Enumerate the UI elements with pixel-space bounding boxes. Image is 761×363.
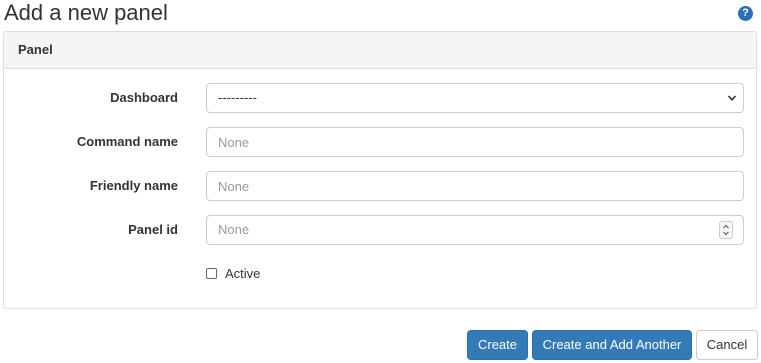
help-icon[interactable]: ? bbox=[738, 6, 753, 21]
friendly-name-input[interactable] bbox=[206, 171, 744, 201]
friendly-name-label: Friendly name bbox=[89, 178, 178, 193]
command-name-input[interactable] bbox=[206, 127, 744, 157]
active-label: Active bbox=[225, 266, 261, 281]
number-spinner[interactable] bbox=[719, 221, 733, 239]
cancel-button[interactable]: Cancel bbox=[696, 330, 758, 360]
panel-heading: Panel bbox=[4, 32, 756, 69]
chevron-down-icon bbox=[727, 95, 737, 101]
command-name-row: Command name bbox=[4, 127, 756, 157]
dashboard-select-value: --------- bbox=[218, 90, 257, 105]
create-and-add-another-button[interactable]: Create and Add Another bbox=[532, 330, 692, 360]
page-title: Add a new panel bbox=[4, 0, 168, 25]
active-checkbox[interactable] bbox=[206, 268, 217, 279]
panel: Panel Dashboard --------- Command name F… bbox=[3, 31, 757, 309]
panel-id-placeholder: None bbox=[218, 222, 250, 237]
create-button[interactable]: Create bbox=[467, 330, 528, 360]
dashboard-row: Dashboard --------- bbox=[4, 83, 756, 113]
spinner-arrows-icon bbox=[723, 224, 729, 236]
command-name-label: Command name bbox=[76, 134, 178, 149]
dashboard-label: Dashboard bbox=[110, 90, 178, 105]
panel-id-number-input[interactable]: None bbox=[206, 215, 744, 245]
dashboard-select[interactable]: --------- bbox=[206, 83, 744, 113]
panel-id-row: Panel id None bbox=[4, 215, 756, 245]
friendly-name-row: Friendly name bbox=[4, 171, 756, 201]
panel-id-label: Panel id bbox=[128, 222, 178, 237]
